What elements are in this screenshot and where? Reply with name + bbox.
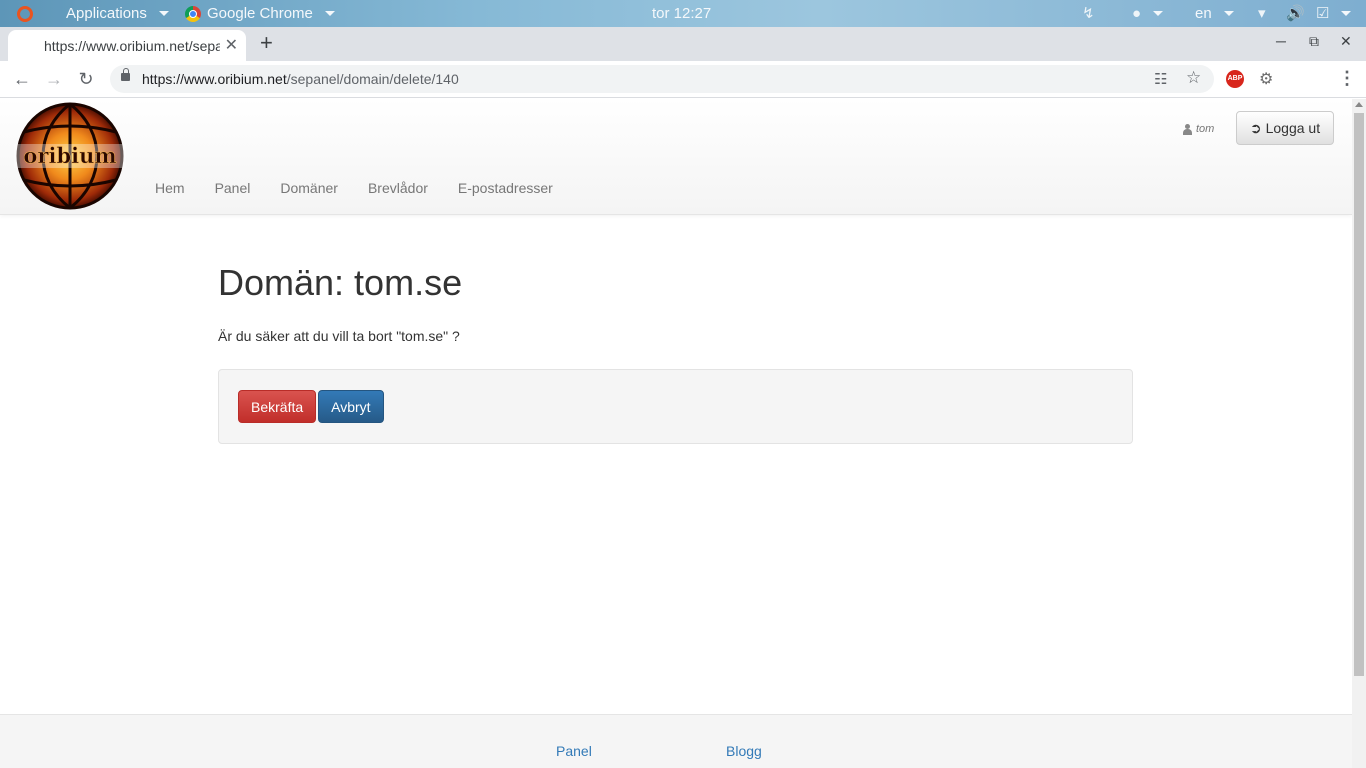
page-title: Domän: tom.se	[218, 262, 463, 303]
site-header: oribium Hem Panel Domäner Brevlådor E-po…	[0, 99, 1352, 215]
back-icon[interactable]: ←	[9, 66, 35, 92]
language-indicator[interactable]: en	[1195, 0, 1234, 27]
username: tom	[1196, 123, 1215, 135]
page-scrollbar[interactable]	[1352, 99, 1366, 768]
clock[interactable]: tor 12:27	[652, 0, 711, 27]
site-footer: Panel Blogg	[0, 714, 1352, 768]
tab-title: https://www.oribium.net/sepanel/domain/d…	[44, 37, 220, 54]
volume-icon[interactable]: 🔊	[1286, 0, 1305, 27]
logout-label: Logga ut	[1265, 120, 1321, 136]
lock-icon[interactable]	[121, 68, 130, 81]
forward-icon[interactable]: →	[41, 66, 67, 92]
nav-domaner[interactable]: Domäner	[265, 177, 353, 199]
action-panel: Bekräfta Avbryt	[218, 369, 1133, 444]
url-text[interactable]: https://www.oribium.net/sepanel/domain/d…	[142, 65, 459, 93]
cancel-button[interactable]: Avbryt	[318, 390, 384, 423]
main-nav: Hem Panel Domäner Brevlådor E-postadress…	[140, 177, 568, 199]
svg-text:oribium: oribium	[23, 143, 116, 168]
chrome-icon	[185, 5, 201, 22]
active-app-menu[interactable]: Google Chrome	[185, 0, 335, 27]
reload-icon[interactable]: ↻	[73, 66, 99, 92]
user-icon	[1183, 123, 1192, 135]
applications-menu[interactable]: Applications	[66, 0, 169, 27]
system-top-bar: Applications Google Chrome tor 12:27 ↯ ●…	[0, 0, 1366, 27]
network-indicator-icon[interactable]: ↯	[1082, 0, 1095, 27]
nav-hem[interactable]: Hem	[140, 177, 200, 199]
main-content: Domän: tom.se Är du säker att du vill ta…	[218, 262, 1133, 444]
extension-gear-icon[interactable]: ⚙	[1259, 69, 1273, 89]
accessibility-icon[interactable]: ●	[1132, 0, 1164, 27]
sign-out-icon: ➲	[1249, 119, 1262, 136]
nav-brevlador[interactable]: Brevlådor	[353, 177, 443, 199]
browser-toolbar: ← → ↻ https://www.oribium.net/sepanel/do…	[0, 61, 1366, 98]
new-tab-icon[interactable]: +	[260, 31, 273, 55]
nav-e-postadresser[interactable]: E-postadresser	[443, 177, 568, 199]
restore-icon[interactable]: ⧉	[1309, 33, 1319, 50]
translate-icon[interactable]: ☷	[1154, 70, 1167, 88]
minimize-icon[interactable]: ─	[1276, 33, 1286, 49]
oribium-logo[interactable]: oribium	[14, 102, 126, 210]
adblock-icon[interactable]: ABP	[1226, 70, 1244, 88]
chevron-down-icon	[324, 11, 335, 16]
footer-link-blogg[interactable]: Blogg	[726, 743, 762, 759]
scrollbar-thumb[interactable]	[1354, 113, 1364, 676]
ubuntu-icon[interactable]	[17, 0, 33, 27]
language-label: en	[1195, 4, 1212, 22]
current-user: tom	[1183, 123, 1214, 135]
confirm-delete-button[interactable]: Bekräfta	[238, 390, 317, 423]
battery-icon[interactable]: ☑	[1316, 0, 1352, 27]
close-tab-icon[interactable]: ✕	[225, 35, 238, 55]
bookmark-star-icon[interactable]: ☆	[1186, 68, 1201, 88]
scroll-up-icon[interactable]	[1355, 102, 1363, 107]
footer-link-panel[interactable]: Panel	[556, 743, 592, 759]
close-window-icon[interactable]: ✕	[1340, 33, 1352, 50]
tab-strip: https://www.oribium.net/sepanel/domain/d…	[0, 27, 1366, 61]
browser-menu-icon[interactable]: ⋮	[1338, 68, 1356, 89]
confirm-question: Är du säker att du vill ta bort "tom.se"…	[218, 328, 460, 344]
browser-tab[interactable]: https://www.oribium.net/sepanel/domain/d…	[8, 30, 246, 61]
nav-panel[interactable]: Panel	[200, 177, 266, 199]
address-bar[interactable]: https://www.oribium.net/sepanel/domain/d…	[110, 65, 1214, 93]
logout-button[interactable]: ➲ Logga ut	[1236, 111, 1334, 145]
chevron-down-icon	[158, 11, 169, 16]
web-page: oribium Hem Panel Domäner Brevlådor E-po…	[0, 99, 1352, 768]
chevron-down-icon	[1223, 11, 1234, 16]
applications-label: Applications	[66, 4, 147, 22]
wifi-icon[interactable]: ▾	[1258, 0, 1266, 27]
active-app-label: Google Chrome	[207, 4, 313, 22]
